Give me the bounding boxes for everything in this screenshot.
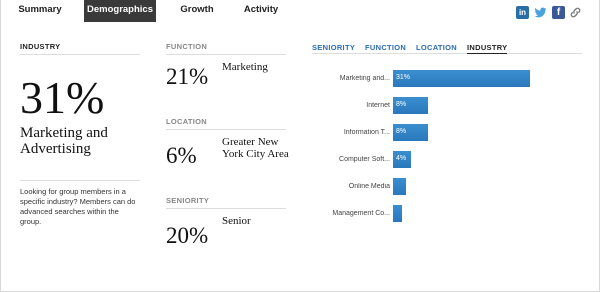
bar-row: Management Co... xyxy=(312,205,582,232)
chain-link-shape xyxy=(570,7,581,18)
industry-label: INDUSTRY xyxy=(20,42,140,55)
function-name: Marketing xyxy=(222,61,268,73)
industry-percent: 31% xyxy=(20,72,105,123)
industry-name: Marketing and Advertising xyxy=(20,125,108,157)
bar[interactable] xyxy=(393,205,402,222)
tab-growth[interactable]: Growth xyxy=(172,0,222,22)
divider xyxy=(20,180,140,181)
bar[interactable]: 31% xyxy=(393,70,530,87)
bar-row: Information T... 8% xyxy=(312,124,582,151)
linkedin-icon[interactable]: in xyxy=(516,6,529,19)
twitter-bird-shape xyxy=(534,7,547,18)
seniority-name: Senior xyxy=(222,215,251,227)
industry-summary: INDUSTRY 31% Marketing and Advertising L… xyxy=(20,42,140,227)
bar-row: Online Media xyxy=(312,178,582,205)
location-block: LOCATION 6% Greater New York City Area xyxy=(166,117,289,176)
function-percent: 21% xyxy=(166,64,209,89)
bar-category-label: Information T... xyxy=(343,129,390,136)
bar-category-label: Management Co... xyxy=(332,210,390,217)
twitter-icon[interactable] xyxy=(534,6,547,19)
chart-tab-industry[interactable]: INDUSTRY xyxy=(467,43,508,54)
top-tab-bar: Summary Demographics Growth Activity in … xyxy=(0,0,600,22)
industry-bar-chart: Marketing and... 31% Internet 8% Information… xyxy=(312,70,582,232)
seniority-row: 20% Senior xyxy=(166,209,286,249)
bar-value-label: 31% xyxy=(396,74,411,81)
chart-tab-function[interactable]: FUNCTION xyxy=(365,43,406,52)
tab-activity[interactable]: Activity xyxy=(238,0,284,22)
seniority-percent: 20% xyxy=(166,223,209,248)
bar-row: Internet 8% xyxy=(312,97,582,124)
bar-category-label: Online Media xyxy=(348,183,390,190)
bar[interactable]: 8% xyxy=(393,124,428,141)
seniority-block: SENIORITY 20% Senior xyxy=(166,196,286,249)
bar[interactable]: 4% xyxy=(393,151,411,168)
function-block: FUNCTION 21% Marketing xyxy=(166,42,286,95)
bar[interactable]: 8% xyxy=(393,97,428,114)
chart-tab-location[interactable]: LOCATION xyxy=(416,43,457,52)
location-label: LOCATION xyxy=(166,117,286,130)
bar-category-label: Marketing and... xyxy=(339,75,390,82)
tab-demographics[interactable]: Demographics xyxy=(84,0,156,22)
industry-help-text: Looking for group members in a specific … xyxy=(20,187,136,226)
chart-panel: SENIORITY FUNCTION LOCATION INDUSTRY Mar… xyxy=(312,42,582,222)
chart-tab-seniority[interactable]: SENIORITY xyxy=(312,43,355,52)
function-row: 21% Marketing xyxy=(166,55,286,95)
location-row: 6% Greater New York City Area xyxy=(166,130,289,176)
bar-value-label: 8% xyxy=(396,101,407,108)
bar-row: Computer Soft... 4% xyxy=(312,151,582,178)
bar-value-label: 8% xyxy=(396,128,407,135)
link-icon[interactable] xyxy=(569,6,582,19)
seniority-label: SENIORITY xyxy=(166,196,286,209)
facebook-icon[interactable]: f xyxy=(552,6,565,19)
bar-category-label: Internet xyxy=(366,102,390,109)
location-name: Greater New York City Area xyxy=(222,136,289,160)
chart-tab-bar: SENIORITY FUNCTION LOCATION INDUSTRY xyxy=(312,42,582,54)
tab-summary[interactable]: Summary xyxy=(10,0,70,22)
bar[interactable] xyxy=(393,178,406,195)
bar-row: Marketing and... 31% xyxy=(312,70,582,97)
location-percent: 6% xyxy=(166,143,197,168)
bar-value-label: 4% xyxy=(396,155,407,162)
bar-category-label: Computer Soft... xyxy=(339,156,390,163)
function-label: FUNCTION xyxy=(166,42,286,55)
